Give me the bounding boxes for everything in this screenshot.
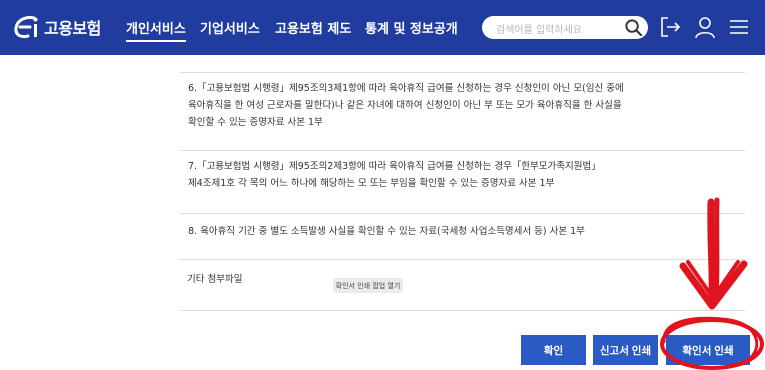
item-6-text: 6.「고용보험법 시행령」제95조의3제1항에 따라 육아휴직 급여를 신청하는…	[188, 83, 624, 128]
item-7-text: 7.「고용보험법 시행령」제95조의2제3항에 따라 육아휴직 급여를 신청하는…	[188, 161, 601, 189]
search-box[interactable]: 검색어를 입력하세요	[482, 16, 648, 39]
attachment-row	[180, 259, 745, 310]
nav-personal-services[interactable]: 개인서비스	[126, 18, 186, 42]
user-icon[interactable]	[693, 15, 717, 39]
search-icon[interactable]	[624, 18, 643, 37]
divider	[180, 310, 745, 311]
nav-statistics-info[interactable]: 통계 및 정보공개	[365, 18, 458, 37]
list-item-8: 8. 육아휴직 기간 중 별도 소득발생 사실을 확인할 수 있는 자료(국세청…	[180, 213, 745, 259]
top-navigation-bar: 고용보험 개인서비스 기업서비스 고용보험 제도 통계 및 정보공개 검색어를 …	[0, 0, 765, 55]
logo-text: 고용보험	[44, 19, 101, 38]
tooltip: 확인서 인쇄 팝업 열기	[333, 278, 403, 293]
list-item-6: 6.「고용보험법 시행령」제95조의3제1항에 따라 육아휴직 급여를 신청하는…	[180, 72, 745, 150]
certificate-print-button[interactable]: 확인서 인쇄	[666, 335, 750, 365]
list-item-7: 7.「고용보험법 시행령」제95조의2제3항에 따라 육아휴직 급여를 신청하는…	[180, 150, 745, 213]
logout-icon[interactable]	[658, 15, 682, 39]
search-input[interactable]: 검색어를 입력하세요	[496, 21, 582, 36]
nav-business-services[interactable]: 기업서비스	[200, 18, 260, 37]
report-print-button[interactable]: 신고서 인쇄	[593, 335, 658, 365]
logo-mark-icon	[14, 16, 38, 39]
attachment-label: 기타 첨부파일	[187, 274, 243, 285]
confirm-button[interactable]: 확인	[521, 335, 586, 365]
nav-insurance-system[interactable]: 고용보험 제도	[275, 18, 351, 37]
menu-icon[interactable]	[727, 15, 751, 39]
item-8-text: 8. 육아휴직 기간 중 별도 소득발생 사실을 확인할 수 있는 자료(국세청…	[188, 226, 585, 237]
logo[interactable]: 고용보험	[12, 12, 101, 42]
